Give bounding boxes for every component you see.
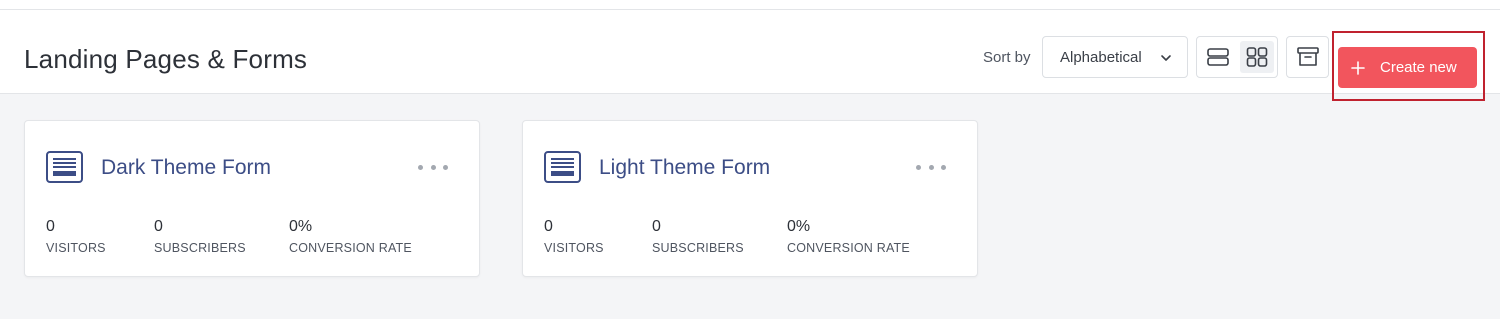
top-bar xyxy=(0,0,1500,10)
list-view-icon xyxy=(1207,48,1229,66)
stat-label: SUBSCRIBERS xyxy=(652,241,744,255)
plus-icon xyxy=(1351,60,1365,75)
create-new-button[interactable]: Create new xyxy=(1338,47,1477,88)
archive-icon xyxy=(1296,47,1319,66)
stat-label: CONVERSION RATE xyxy=(289,241,412,255)
sort-select-value: Alphabetical xyxy=(1060,48,1142,66)
page-title: Landing Pages & Forms xyxy=(24,44,308,74)
subscribers-stat: 0 SUBSCRIBERS xyxy=(154,218,246,255)
more-options-icon[interactable] xyxy=(418,160,448,174)
stat-label: SUBSCRIBERS xyxy=(154,241,246,255)
more-options-icon[interactable] xyxy=(916,160,946,174)
list-view-button[interactable] xyxy=(1201,41,1235,73)
chevron-down-icon xyxy=(1161,55,1171,61)
grid-view-icon xyxy=(1246,47,1268,67)
page-header: Landing Pages & Forms Sort by Alphabetic… xyxy=(0,10,1500,101)
form-card[interactable]: Light Theme Form 0 VISITORS 0 SUBSCRIBER… xyxy=(522,120,978,277)
visitors-stat: 0 VISITORS xyxy=(46,218,106,255)
visitors-stat: 0 VISITORS xyxy=(544,218,604,255)
form-card-title[interactable]: Light Theme Form xyxy=(599,156,770,180)
stat-value: 0 xyxy=(544,218,553,235)
conversion-rate-stat: 0% CONVERSION RATE xyxy=(289,218,412,255)
archive-button[interactable] xyxy=(1286,36,1329,78)
stat-value: 0 xyxy=(46,218,55,235)
stat-label: VISITORS xyxy=(544,241,604,255)
stat-value: 0% xyxy=(289,218,313,235)
form-card-title[interactable]: Dark Theme Form xyxy=(101,156,271,180)
form-icon xyxy=(544,151,581,183)
grid-view-button[interactable] xyxy=(1240,41,1274,73)
conversion-rate-stat: 0% CONVERSION RATE xyxy=(787,218,910,255)
create-new-label: Create new xyxy=(1380,59,1457,76)
form-card[interactable]: Dark Theme Form 0 VISITORS 0 SUBSCRIBERS… xyxy=(24,120,480,277)
stat-value: 0 xyxy=(154,218,163,235)
sort-select[interactable]: Alphabetical xyxy=(1042,36,1188,78)
stat-label: CONVERSION RATE xyxy=(787,241,910,255)
stat-label: VISITORS xyxy=(46,241,106,255)
subscribers-stat: 0 SUBSCRIBERS xyxy=(652,218,744,255)
stat-value: 0 xyxy=(652,218,661,235)
form-icon xyxy=(46,151,83,183)
stat-value: 0% xyxy=(787,218,811,235)
sort-by-label: Sort by xyxy=(983,49,1031,66)
view-toggle xyxy=(1196,36,1278,78)
